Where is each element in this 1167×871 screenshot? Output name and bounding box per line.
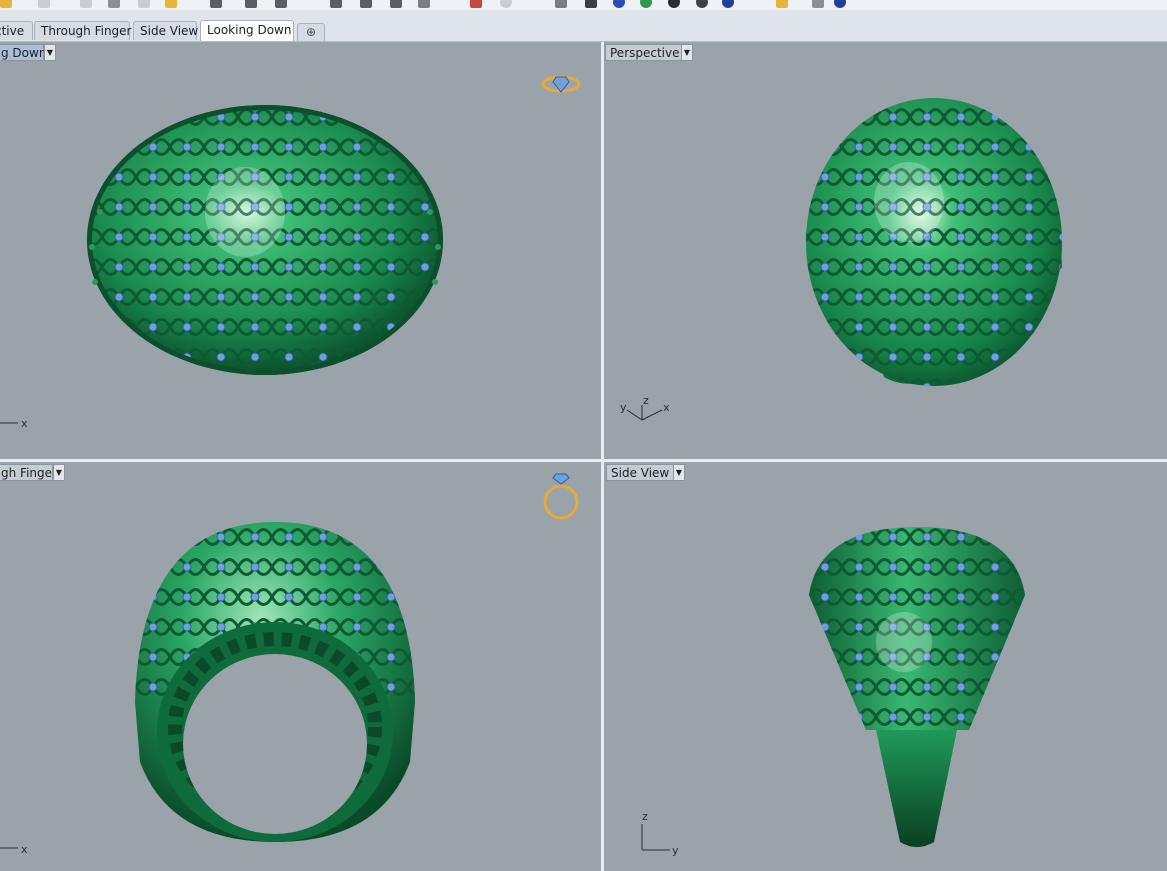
toolbar-icon[interactable] (613, 0, 625, 8)
toolbar-icon[interactable] (812, 0, 824, 8)
toolbar-icon[interactable] (245, 0, 257, 8)
toolbar-icon[interactable] (470, 0, 482, 8)
toolbar-icon[interactable] (640, 0, 652, 8)
ring-perspective-view: y z x (620, 98, 1062, 421)
toolbar-icon[interactable] (418, 0, 430, 8)
add-tab-button[interactable]: ⊕ (297, 23, 325, 41)
axis-y-label: y (620, 401, 627, 414)
axis-z-label: z (642, 810, 648, 823)
toolbar-icon[interactable] (696, 0, 708, 8)
toolbar-icon[interactable] (108, 0, 120, 8)
viewport-divider-vertical[interactable] (601, 42, 604, 871)
toolbar-icon[interactable] (500, 0, 512, 8)
axis-triad: y z x (620, 394, 670, 421)
finger-hole (183, 654, 367, 834)
toolbar-icon[interactable] (722, 0, 734, 8)
ring-top-view: x (0, 75, 581, 430)
toolbar-icon[interactable] (360, 0, 372, 8)
ring-shank (876, 730, 957, 847)
axis-z-label: z (643, 394, 649, 407)
toolbar-icon[interactable] (0, 0, 12, 8)
axis-triad: z y (641, 810, 679, 857)
viewport-through-finger[interactable]: gh Finger ▼ x (0, 462, 601, 871)
toolbar-icon[interactable] (776, 0, 788, 8)
tab-perspective[interactable]: ctive (0, 21, 33, 40)
toolbar-icon[interactable] (138, 0, 150, 8)
ring-front-view: x (0, 473, 579, 856)
axis-y-label: y (672, 844, 679, 857)
ring-top-icon[interactable] (541, 75, 581, 93)
viewport-perspective[interactable]: Perspective ▼ y z x (604, 42, 1167, 459)
toolbar-icon[interactable] (165, 0, 177, 8)
ring-side-view: z y (641, 527, 1025, 857)
tab-through-finger[interactable]: Through Finger (34, 21, 132, 40)
axis-x-label: x (21, 843, 28, 856)
viewport-divider-horizontal[interactable] (0, 459, 1167, 462)
ring-side-icon[interactable] (543, 473, 579, 520)
toolbar-icon[interactable] (210, 0, 222, 8)
toolbar-icon[interactable] (555, 0, 567, 8)
toolbar (0, 0, 1167, 10)
toolbar-icon[interactable] (275, 0, 287, 8)
viewport-tab-bar: ctive Through Finger Side View Looking D… (0, 10, 1167, 42)
toolbar-icon[interactable] (585, 0, 597, 8)
toolbar-icon[interactable] (834, 0, 846, 8)
tab-side-view[interactable]: Side View (133, 21, 198, 40)
toolbar-icon[interactable] (80, 0, 92, 8)
viewport-side-view[interactable]: Side View ▼ z y (604, 462, 1167, 871)
axis-x-label: x (21, 417, 28, 430)
toolbar-icon[interactable] (390, 0, 402, 8)
tab-looking-down[interactable]: Looking Down (200, 20, 294, 41)
toolbar-icon[interactable] (668, 0, 680, 8)
toolbar-icon[interactable] (38, 0, 50, 8)
toolbar-icon[interactable] (330, 0, 342, 8)
viewport-looking-down[interactable]: g Down ▼ x (0, 42, 601, 459)
axis-x-label: x (663, 401, 670, 414)
